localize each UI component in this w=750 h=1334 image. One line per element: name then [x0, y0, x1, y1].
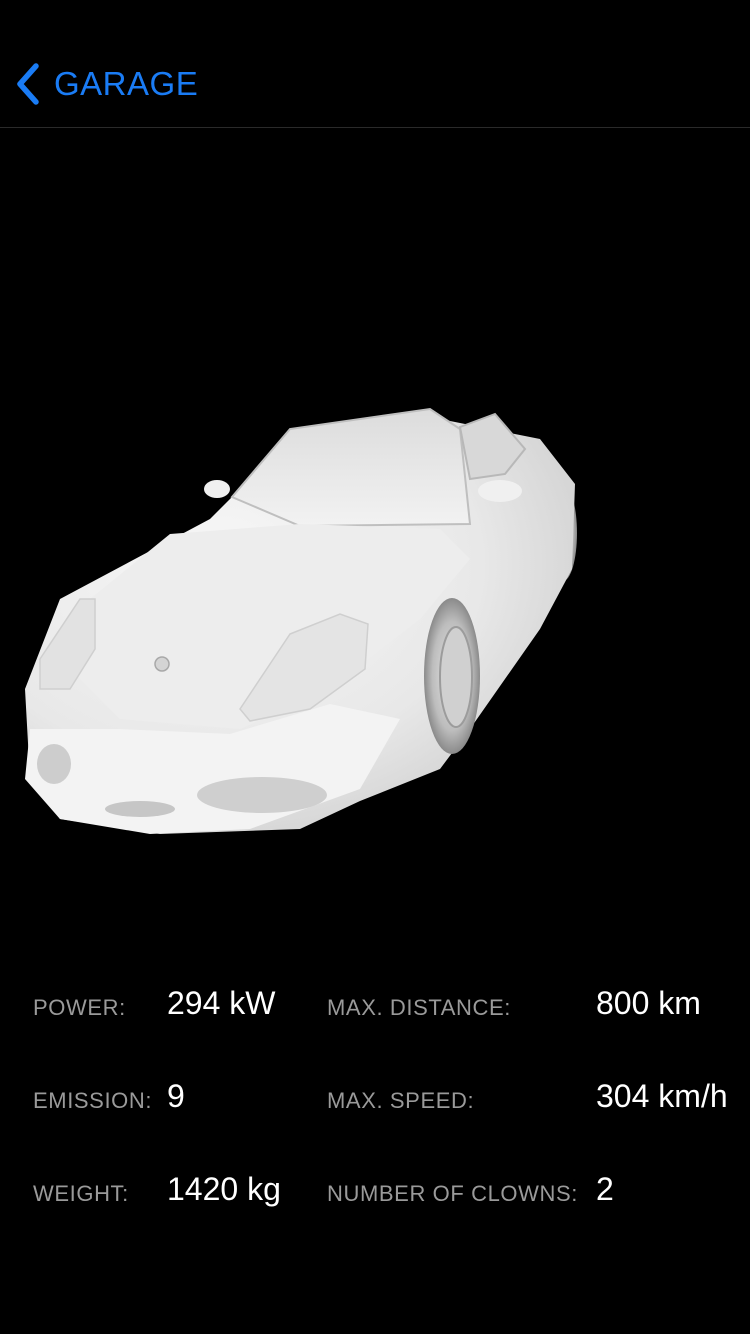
max-distance-value: 800 km [596, 985, 701, 1021]
emission-value: 9 [167, 1078, 185, 1114]
max-speed-value: 304 km/h [596, 1078, 728, 1114]
back-button-label: GARAGE [54, 65, 199, 102]
clowns-value: 2 [596, 1171, 614, 1207]
chevron-left-icon [14, 62, 42, 106]
power-value: 294 kW [167, 985, 276, 1021]
car-3d-view[interactable] [0, 129, 750, 949]
max-distance-label: MAX. DISTANCE: [327, 995, 512, 1020]
weight-label: WEIGHT: [33, 1181, 129, 1206]
car-model-image [25, 407, 577, 834]
back-button[interactable]: GARAGE [14, 58, 198, 110]
navigation-bar: GARAGE [0, 0, 750, 128]
emission-label: EMISSION: [33, 1088, 153, 1113]
weight-value: 1420 kg [167, 1171, 281, 1207]
max-speed-label: MAX. SPEED: [327, 1088, 475, 1113]
clowns-label: NUMBER OF CLOWNS: [327, 1181, 578, 1206]
power-label: POWER: [33, 995, 126, 1020]
